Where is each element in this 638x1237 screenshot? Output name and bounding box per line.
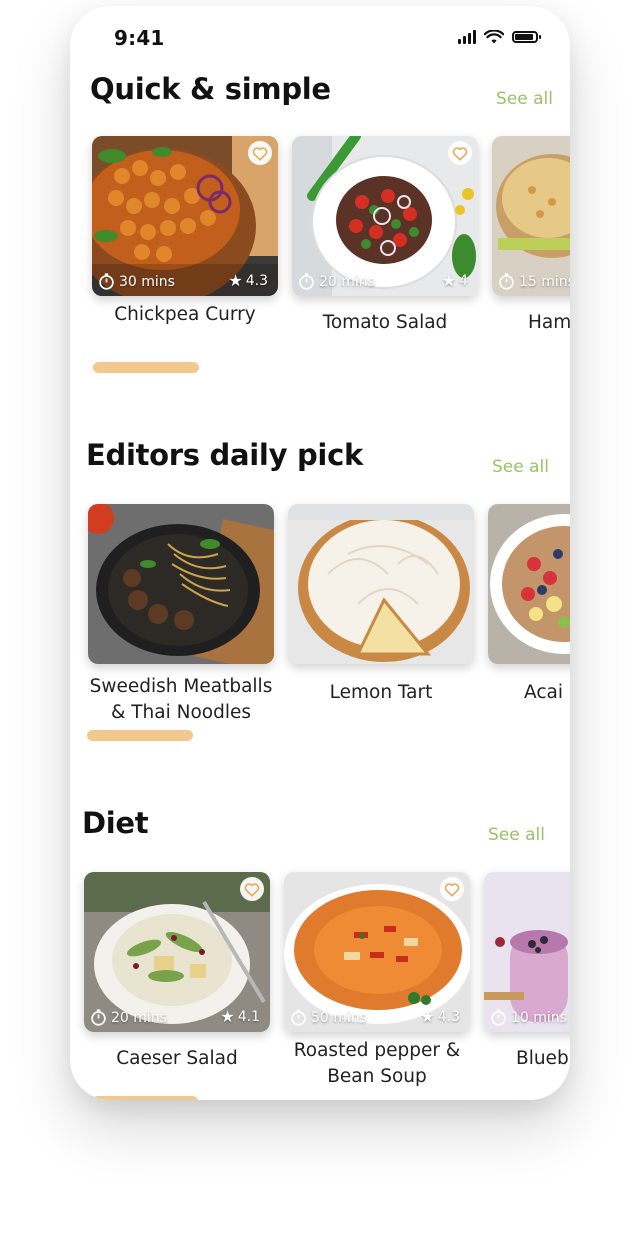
recipe-name: Chickpea Curry xyxy=(114,304,256,325)
star-icon: ★ xyxy=(441,271,457,290)
section-title: Quick & simple xyxy=(90,72,331,106)
ham-sandwich-photo: 15 mins xyxy=(492,136,570,296)
cook-time-label: 30 mins xyxy=(119,273,175,290)
favorite-button[interactable] xyxy=(248,141,272,165)
recipe-name: Blueb xyxy=(484,1046,570,1072)
blueberry-smoothie-photo: 10 mins xyxy=(484,872,570,1032)
recipe-card[interactable]: Acai xyxy=(488,504,570,706)
chickpea-curry-photo: 30 mins ★ 4.3 xyxy=(92,136,278,296)
recipe-name-line1: Lemon Tart xyxy=(329,682,433,703)
cellular-signal-icon xyxy=(458,30,476,44)
recipe-carousel[interactable]: Sweedish Meatballs & Thai Noodles Lemon … xyxy=(70,504,570,764)
recipe-carousel[interactable]: 20 mins ★ 4.1 Caeser Salad 50 mins ★ 4.3… xyxy=(70,872,570,1100)
cook-time: 30 mins xyxy=(98,273,175,290)
recipe-name-line1: Sweedish Meatballs xyxy=(89,676,273,697)
favorite-button[interactable] xyxy=(448,141,472,165)
see-all-link[interactable]: See all xyxy=(492,457,549,477)
scroll-indicator xyxy=(93,362,199,373)
cook-time: 20 mins xyxy=(90,1009,167,1026)
timer-icon xyxy=(291,1009,306,1026)
heart-icon xyxy=(244,882,260,897)
recipe-name: Ham xyxy=(528,312,570,333)
star-icon: ★ xyxy=(228,271,243,290)
timer-icon xyxy=(499,273,514,290)
recipe-card[interactable]: Sweedish Meatballs & Thai Noodles xyxy=(88,504,274,726)
star-icon: ★ xyxy=(420,1007,435,1026)
section-title: Diet xyxy=(82,806,149,840)
wifi-icon xyxy=(484,30,504,44)
recipe-name-line1: Roasted pepper & xyxy=(293,1040,461,1061)
rating-value: 4.3 xyxy=(245,272,268,289)
cook-time: 20 mins xyxy=(298,273,375,290)
recipe-card[interactable]: Lemon Tart xyxy=(288,504,474,706)
phone-frame: 9:41 Quick & simple See all 30 mins ★ 4.… xyxy=(70,6,570,1100)
rating-value: 4 xyxy=(459,272,468,289)
rating-value: 4.1 xyxy=(237,1008,260,1025)
heart-icon xyxy=(444,882,460,897)
timer-icon xyxy=(299,273,314,290)
scroll-indicator xyxy=(87,730,193,741)
see-all-link[interactable]: See all xyxy=(488,825,545,845)
recipe-name: Roasted pepper & Bean Soup xyxy=(284,1038,470,1090)
timer-icon xyxy=(91,1009,106,1026)
timer-icon xyxy=(99,273,114,290)
star-icon: ★ xyxy=(220,1007,235,1026)
heart-icon xyxy=(452,146,468,161)
favorite-button[interactable] xyxy=(240,877,264,901)
cook-time-label: 10 mins xyxy=(511,1009,567,1026)
rating: ★ 4 xyxy=(442,271,468,290)
recipe-card[interactable]: 50 mins ★ 4.3 Roasted pepper & Bean Soup xyxy=(284,872,470,1090)
recipe-card[interactable]: 20 mins ★ 4 Tomato Salad xyxy=(292,136,478,336)
recipe-name-line2: Bean Soup xyxy=(327,1066,427,1087)
rating-value: 4.3 xyxy=(437,1008,460,1025)
cook-time: 15 mins xyxy=(498,273,570,290)
recipe-name: Sweedish Meatballs & Thai Noodles xyxy=(88,674,274,726)
recipe-name: Tomato Salad xyxy=(322,312,448,333)
cook-time-label: 50 mins xyxy=(311,1009,367,1026)
cook-time-label: 20 mins xyxy=(319,273,375,290)
rating: ★ 4.1 xyxy=(220,1007,260,1026)
recipe-name-line1: Caeser Salad xyxy=(116,1048,238,1069)
tomato-salad-photo: 20 mins ★ 4 xyxy=(292,136,478,296)
recipe-carousel[interactable]: 30 mins ★ 4.3 Chickpea Curry 20 mins ★ 4… xyxy=(70,136,570,396)
status-bar: 9:41 xyxy=(70,6,570,66)
recipe-card[interactable]: 15 mins Ham xyxy=(492,136,570,336)
status-icons xyxy=(458,30,541,44)
recipe-name: Acai xyxy=(488,680,570,706)
recipe-name: Lemon Tart xyxy=(288,680,474,706)
cook-time: 50 mins xyxy=(290,1009,367,1026)
recipe-name-line2: & Thai Noodles xyxy=(110,702,252,723)
cook-time-label: 15 mins xyxy=(519,273,570,290)
recipe-card[interactable]: 30 mins ★ 4.3 Chickpea Curry xyxy=(92,136,278,328)
lemon-tart-photo xyxy=(288,504,474,664)
recipe-card[interactable]: 20 mins ★ 4.1 Caeser Salad xyxy=(84,872,270,1072)
rating: ★ 4.3 xyxy=(420,1007,460,1026)
acai-bowl-photo xyxy=(488,504,570,664)
meatballs-noodles-photo xyxy=(88,504,274,664)
cook-time: 10 mins xyxy=(490,1009,567,1026)
recipe-name-line1: Blueb xyxy=(516,1048,569,1069)
heart-icon xyxy=(252,146,268,161)
section-title: Editors daily pick xyxy=(86,438,363,472)
status-time: 9:41 xyxy=(114,26,165,50)
cook-time-label: 20 mins xyxy=(111,1009,167,1026)
pepper-soup-photo: 50 mins ★ 4.3 xyxy=(284,872,470,1032)
recipe-card[interactable]: 10 mins Blueb xyxy=(484,872,570,1072)
battery-icon xyxy=(512,31,541,43)
recipe-name: Caeser Salad xyxy=(84,1046,270,1072)
scroll-indicator xyxy=(92,1096,198,1100)
timer-icon xyxy=(491,1009,506,1026)
rating: ★ 4.3 xyxy=(228,271,268,290)
caeser-salad-photo: 20 mins ★ 4.1 xyxy=(84,872,270,1032)
favorite-button[interactable] xyxy=(440,877,464,901)
recipe-name-line1: Acai xyxy=(524,682,563,703)
see-all-link[interactable]: See all xyxy=(496,89,553,109)
